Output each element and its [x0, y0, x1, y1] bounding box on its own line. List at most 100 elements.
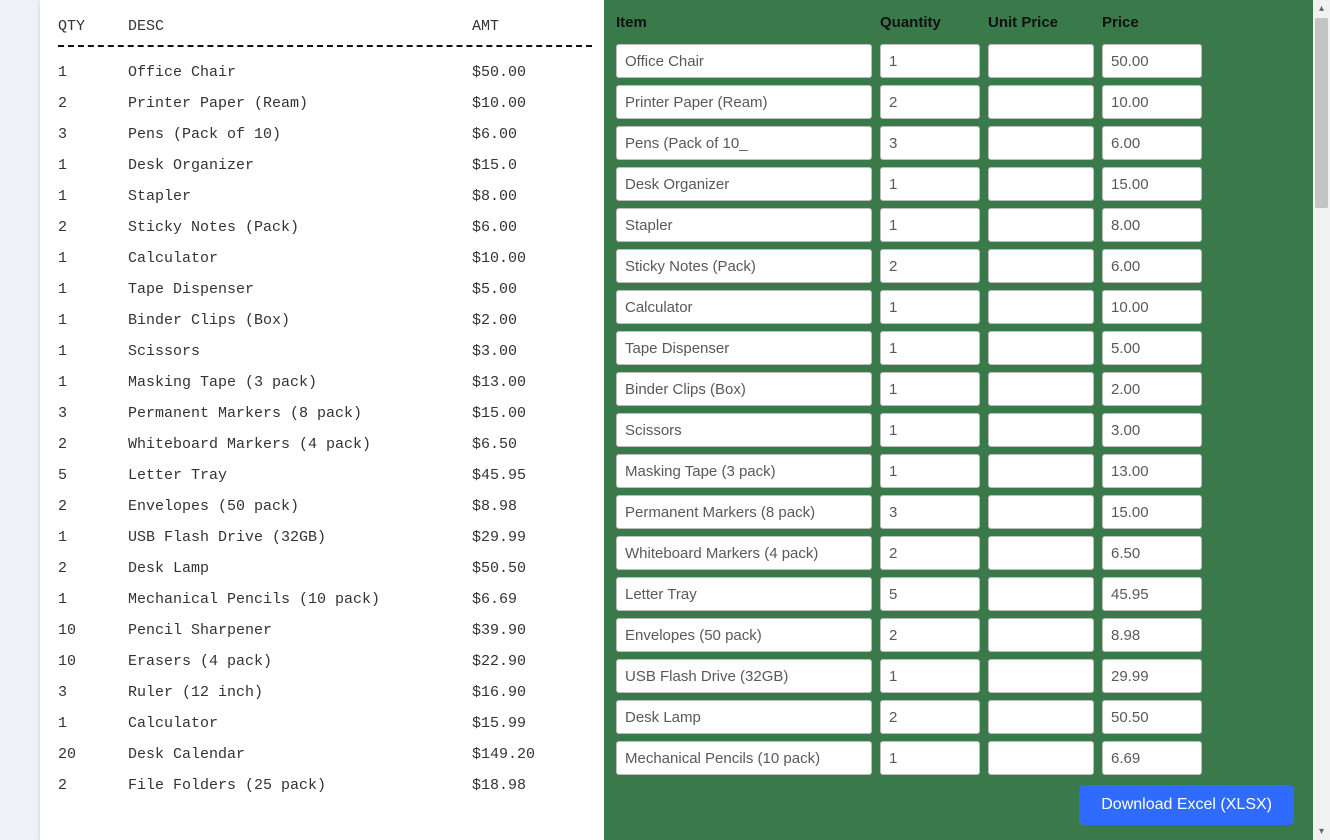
unit-price-input[interactable]	[988, 44, 1094, 78]
unit-price-input[interactable]	[988, 659, 1094, 693]
quantity-input[interactable]	[880, 659, 980, 693]
scroll-up-arrow-icon[interactable]: ▴	[1313, 0, 1330, 17]
item-input[interactable]	[616, 618, 872, 652]
item-input[interactable]	[616, 700, 872, 734]
receipt-cell-qty: 2	[58, 777, 128, 794]
unit-price-input[interactable]	[988, 167, 1094, 201]
download-xlsx-button[interactable]: Download Excel (XLSX)	[1079, 785, 1294, 825]
price-input[interactable]	[1102, 659, 1202, 693]
quantity-input[interactable]	[880, 618, 980, 652]
price-input[interactable]	[1102, 85, 1202, 119]
quantity-input[interactable]	[880, 126, 980, 160]
receipt-row: 1Calculator$15.99	[58, 708, 592, 739]
price-input[interactable]	[1102, 618, 1202, 652]
unit-price-input[interactable]	[988, 126, 1094, 160]
item-input[interactable]	[616, 290, 872, 324]
receipt-cell-desc: Letter Tray	[128, 467, 472, 484]
quantity-input[interactable]	[880, 167, 980, 201]
unit-price-input[interactable]	[988, 413, 1094, 447]
quantity-input[interactable]	[880, 741, 980, 775]
unit-price-input[interactable]	[988, 700, 1094, 734]
unit-price-input[interactable]	[988, 536, 1094, 570]
receipt-cell-amt: $29.99	[472, 529, 592, 546]
unit-price-input[interactable]	[988, 454, 1094, 488]
receipt-row: 20Desk Calendar$149.20	[58, 739, 592, 770]
quantity-input[interactable]	[880, 249, 980, 283]
receipt-cell-desc: Desk Lamp	[128, 560, 472, 577]
price-input[interactable]	[1102, 454, 1202, 488]
item-input[interactable]	[616, 495, 872, 529]
quantity-input[interactable]	[880, 495, 980, 529]
receipt-cell-qty: 1	[58, 591, 128, 608]
vertical-scrollbar[interactable]: ▴ ▾	[1313, 0, 1330, 840]
price-input[interactable]	[1102, 331, 1202, 365]
item-input[interactable]	[616, 249, 872, 283]
price-input[interactable]	[1102, 126, 1202, 160]
unit-price-input[interactable]	[988, 331, 1094, 365]
editor-row	[616, 167, 1324, 201]
item-input[interactable]	[616, 85, 872, 119]
receipt-cell-amt: $50.00	[472, 64, 592, 81]
unit-price-input[interactable]	[988, 577, 1094, 611]
item-input[interactable]	[616, 454, 872, 488]
item-input[interactable]	[616, 331, 872, 365]
item-input[interactable]	[616, 741, 872, 775]
price-input[interactable]	[1102, 741, 1202, 775]
receipt-cell-desc: Permanent Markers (8 pack)	[128, 405, 472, 422]
price-input[interactable]	[1102, 372, 1202, 406]
quantity-input[interactable]	[880, 44, 980, 78]
price-input[interactable]	[1102, 167, 1202, 201]
receipt-cell-amt: $6.50	[472, 436, 592, 453]
receipt-cell-qty: 3	[58, 684, 128, 701]
quantity-input[interactable]	[880, 413, 980, 447]
quantity-input[interactable]	[880, 700, 980, 734]
item-input[interactable]	[616, 126, 872, 160]
item-input[interactable]	[616, 413, 872, 447]
unit-price-input[interactable]	[988, 741, 1094, 775]
unit-price-input[interactable]	[988, 85, 1094, 119]
receipt-divider	[58, 45, 592, 47]
item-input[interactable]	[616, 44, 872, 78]
price-input[interactable]	[1102, 290, 1202, 324]
quantity-input[interactable]	[880, 85, 980, 119]
item-input[interactable]	[616, 536, 872, 570]
scroll-thumb[interactable]	[1315, 18, 1328, 208]
quantity-input[interactable]	[880, 290, 980, 324]
receipt-cell-desc: USB Flash Drive (32GB)	[128, 529, 472, 546]
unit-price-input[interactable]	[988, 495, 1094, 529]
item-input[interactable]	[616, 577, 872, 611]
price-input[interactable]	[1102, 413, 1202, 447]
receipt-row: 10Erasers (4 pack)$22.90	[58, 646, 592, 677]
price-input[interactable]	[1102, 700, 1202, 734]
price-input[interactable]	[1102, 495, 1202, 529]
quantity-input[interactable]	[880, 536, 980, 570]
editor-row	[616, 372, 1324, 406]
quantity-input[interactable]	[880, 331, 980, 365]
item-input[interactable]	[616, 208, 872, 242]
receipt-cell-qty: 20	[58, 746, 128, 763]
receipt-cell-qty: 1	[58, 157, 128, 174]
editor-row	[616, 618, 1324, 652]
quantity-input[interactable]	[880, 208, 980, 242]
receipt-cell-amt: $13.00	[472, 374, 592, 391]
quantity-input[interactable]	[880, 577, 980, 611]
item-input[interactable]	[616, 372, 872, 406]
price-input[interactable]	[1102, 577, 1202, 611]
price-input[interactable]	[1102, 536, 1202, 570]
receipt-row: 2Envelopes (50 pack)$8.98	[58, 491, 592, 522]
quantity-input[interactable]	[880, 454, 980, 488]
price-input[interactable]	[1102, 249, 1202, 283]
unit-price-input[interactable]	[988, 290, 1094, 324]
item-input[interactable]	[616, 659, 872, 693]
unit-price-input[interactable]	[988, 372, 1094, 406]
receipt-cell-desc: Scissors	[128, 343, 472, 360]
price-input[interactable]	[1102, 208, 1202, 242]
quantity-input[interactable]	[880, 372, 980, 406]
unit-price-input[interactable]	[988, 208, 1094, 242]
scroll-down-arrow-icon[interactable]: ▾	[1313, 823, 1330, 840]
unit-price-input[interactable]	[988, 249, 1094, 283]
price-input[interactable]	[1102, 44, 1202, 78]
unit-price-input[interactable]	[988, 618, 1094, 652]
item-input[interactable]	[616, 167, 872, 201]
receipt-cell-desc: Ruler (12 inch)	[128, 684, 472, 701]
